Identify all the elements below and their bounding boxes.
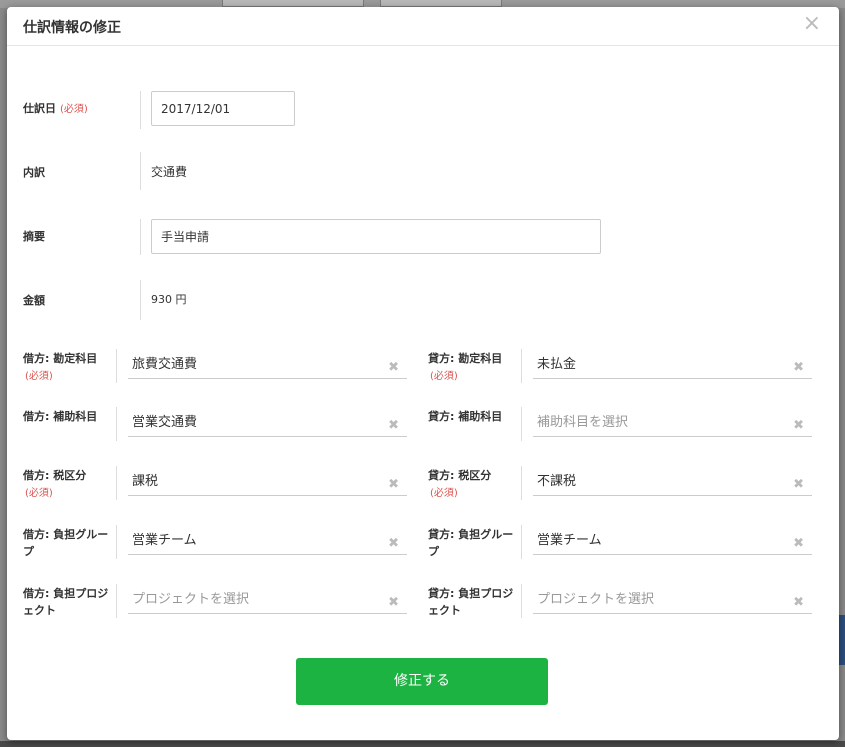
edit-journal-modal: 仕訳情報の修正 × 仕訳日(必須) 内訳 交通費 摘要 金額 930 円 借方:…: [7, 7, 839, 740]
divider: [116, 466, 117, 500]
divider: [521, 584, 522, 618]
divider: [116, 407, 117, 441]
select-value: プロジェクトを選択: [132, 592, 250, 607]
divider: [521, 407, 522, 441]
clear-icon[interactable]: ✖: [793, 418, 804, 433]
select-value: 未払金: [537, 357, 577, 372]
required-mark: (必須): [25, 488, 53, 499]
backdrop-date-from: [222, 0, 364, 7]
date-label: 仕訳日 (必須): [23, 102, 88, 115]
debit-label-4: 借方: 負担グループ: [23, 528, 109, 558]
debit-label-1: 借方: 勘定科目 (必須): [23, 352, 98, 382]
select-value: 営業チーム: [537, 533, 602, 548]
clear-icon[interactable]: ✖: [793, 536, 804, 551]
debit-label-5: 借方: 負担プロジェクト: [23, 587, 109, 617]
required-mark: (必須): [430, 488, 458, 499]
debit-label-3: 借方: 税区分 (必須): [23, 469, 87, 499]
divider: [140, 219, 141, 255]
select-value: プロジェクトを選択: [537, 592, 655, 607]
divider: [116, 349, 117, 383]
backdrop-footer: [0, 741, 845, 747]
select-value: 営業チーム: [132, 533, 197, 548]
debit-select-2[interactable]: 営業交通費 ✖: [128, 406, 407, 437]
credit-label-3: 貸方: 税区分 (必須): [428, 469, 492, 499]
divider: [521, 525, 522, 559]
select-value: 旅費交通費: [132, 357, 198, 372]
select-value: 補助科目を選択: [537, 415, 629, 430]
divider: [140, 152, 141, 190]
date-input[interactable]: [151, 91, 295, 126]
divider: [140, 280, 141, 320]
summary-input[interactable]: [151, 219, 601, 254]
debit-select-3[interactable]: 課税 ✖: [128, 465, 407, 496]
required-mark: (必須): [430, 371, 458, 382]
amount-value: 930 円: [151, 293, 187, 306]
divider: [521, 466, 522, 500]
clear-icon[interactable]: ✖: [388, 418, 399, 433]
credit-select-2[interactable]: 補助科目を選択 ✖: [533, 406, 812, 437]
clear-icon[interactable]: ✖: [388, 595, 399, 610]
submit-button[interactable]: 修正する: [296, 658, 548, 705]
clear-icon[interactable]: ✖: [793, 477, 804, 492]
summary-label: 摘要: [23, 230, 45, 243]
credit-label-2: 貸方: 補助科目: [428, 410, 503, 423]
credit-label-4: 貸方: 負担グループ: [428, 528, 514, 558]
clear-icon[interactable]: ✖: [793, 360, 804, 375]
breakdown-value: 交通費: [151, 165, 188, 179]
credit-label-5: 貸方: 負担プロジェクト: [428, 587, 514, 617]
modal-title: 仕訳情報の修正: [23, 20, 121, 36]
divider: [140, 91, 141, 129]
credit-select-4[interactable]: 営業チーム ✖: [533, 524, 812, 555]
divider: [116, 525, 117, 559]
debit-label-2: 借方: 補助科目: [23, 410, 98, 423]
credit-select-3[interactable]: 不課税 ✖: [533, 465, 812, 496]
backdrop-date-to: [380, 0, 502, 7]
required-mark: (必須): [60, 104, 88, 115]
credit-label-1: 貸方: 勘定科目 (必須): [428, 352, 503, 382]
divider: [116, 584, 117, 618]
required-mark: (必須): [25, 371, 53, 382]
breakdown-label: 内訳: [23, 166, 45, 179]
clear-icon[interactable]: ✖: [388, 360, 399, 375]
select-value: 営業交通費: [132, 415, 198, 430]
modal-header: 仕訳情報の修正 ×: [7, 7, 839, 46]
clear-icon[interactable]: ✖: [388, 536, 399, 551]
credit-select-1[interactable]: 未払金 ✖: [533, 348, 812, 379]
credit-select-5[interactable]: プロジェクトを選択 ✖: [533, 583, 812, 614]
debit-select-4[interactable]: 営業チーム ✖: [128, 524, 407, 555]
divider: [521, 349, 522, 383]
clear-icon[interactable]: ✖: [388, 477, 399, 492]
amount-label: 金額: [23, 294, 45, 307]
debit-select-5[interactable]: プロジェクトを選択 ✖: [128, 583, 407, 614]
select-value: 課税: [132, 474, 159, 489]
debit-select-1[interactable]: 旅費交通費 ✖: [128, 348, 407, 379]
close-icon[interactable]: ×: [803, 11, 821, 37]
select-value: 不課税: [537, 474, 577, 489]
clear-icon[interactable]: ✖: [793, 595, 804, 610]
